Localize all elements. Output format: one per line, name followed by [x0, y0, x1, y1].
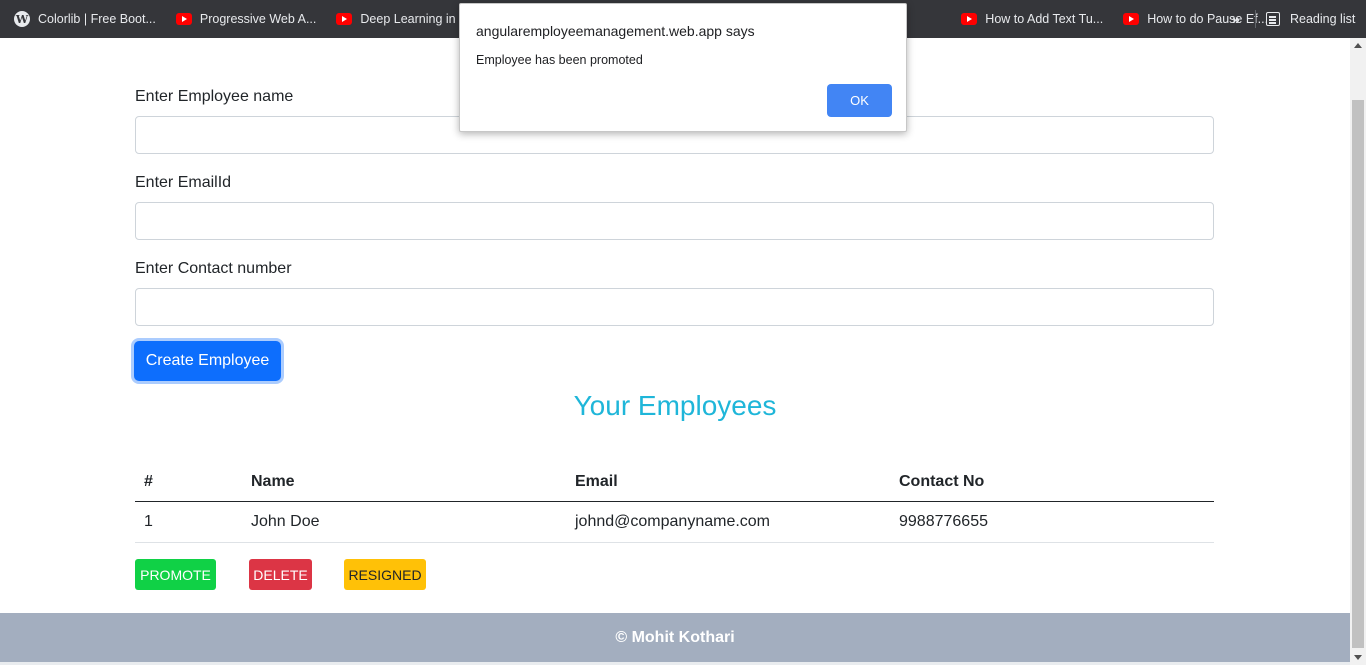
- header-email: Email: [575, 473, 618, 490]
- bookmark-add-text[interactable]: How to Add Text Tu...: [961, 0, 1103, 38]
- scroll-thumb[interactable]: [1352, 100, 1364, 648]
- youtube-icon: [336, 13, 353, 25]
- cell-email: johnd@companyname.com: [575, 513, 771, 530]
- bookmarks-divider: [1255, 10, 1256, 28]
- cell-index: 1: [144, 513, 153, 530]
- dialog-ok-button[interactable]: OK: [827, 84, 892, 117]
- youtube-icon: [175, 13, 192, 25]
- bookmark-colorlib[interactable]: W Colorlib | Free Boot...: [14, 0, 156, 38]
- contact-label: Enter Contact number: [135, 260, 292, 277]
- cell-name: John Doe: [251, 513, 320, 530]
- cell-contact: 9988776655: [899, 513, 988, 530]
- section-title: Your Employees: [573, 390, 777, 421]
- header-index: #: [144, 473, 153, 490]
- scroll-up-arrow-icon[interactable]: [1354, 43, 1362, 48]
- table-header: # Name Email Contact No: [135, 463, 1214, 502]
- table-row: 1 John Doe johnd@companyname.com 9988776…: [135, 502, 1214, 543]
- bookmark-label: How to do Pause Ef...: [1147, 12, 1269, 26]
- footer: © Mohit Kothari: [0, 613, 1350, 663]
- dialog-title: angularemployeemanagement.web.app says: [476, 23, 755, 39]
- youtube-icon: [1123, 13, 1140, 25]
- dialog-message: Employee has been promoted: [476, 53, 643, 67]
- header-contact: Contact No: [899, 473, 985, 490]
- header-name: Name: [251, 473, 295, 490]
- alert-dialog: angularemployeemanagement.web.app says E…: [459, 3, 907, 132]
- youtube-icon: [961, 13, 978, 25]
- reading-list-label: Reading list: [1290, 12, 1356, 26]
- email-label: Enter EmailId: [135, 174, 232, 191]
- bookmarks-overflow-button[interactable]: »: [1232, 0, 1240, 38]
- email-input[interactable]: [135, 202, 1214, 240]
- bookmark-pause-effect[interactable]: How to do Pause Ef...: [1123, 0, 1268, 38]
- page-content: Employee Management Enter Employee name …: [0, 38, 1350, 665]
- wordpress-icon: W: [14, 11, 30, 27]
- bookmark-label: Colorlib | Free Boot...: [38, 12, 156, 26]
- employees-table: # Name Email Contact No 1 John Doe johnd…: [135, 463, 1214, 543]
- delete-button[interactable]: DELETE: [249, 559, 312, 590]
- vertical-scrollbar[interactable]: [1350, 38, 1366, 665]
- promote-button[interactable]: PROMOTE: [135, 559, 216, 590]
- bookmark-progressive-web-app[interactable]: Progressive Web A...: [175, 0, 317, 38]
- scroll-down-arrow-icon[interactable]: [1354, 655, 1362, 660]
- reading-list-button[interactable]: Reading list: [1266, 0, 1355, 38]
- create-employee-button[interactable]: Create Employee: [134, 341, 281, 381]
- footer-text: © Mohit Kothari: [615, 629, 735, 646]
- employee-name-label: Enter Employee name: [135, 88, 294, 105]
- bookmark-label: How to Add Text Tu...: [985, 12, 1104, 26]
- bookmark-label: Progressive Web A...: [199, 12, 317, 26]
- resigned-button[interactable]: RESIGNED: [344, 559, 426, 590]
- reading-list-icon: [1266, 12, 1280, 26]
- contact-input[interactable]: [135, 288, 1214, 326]
